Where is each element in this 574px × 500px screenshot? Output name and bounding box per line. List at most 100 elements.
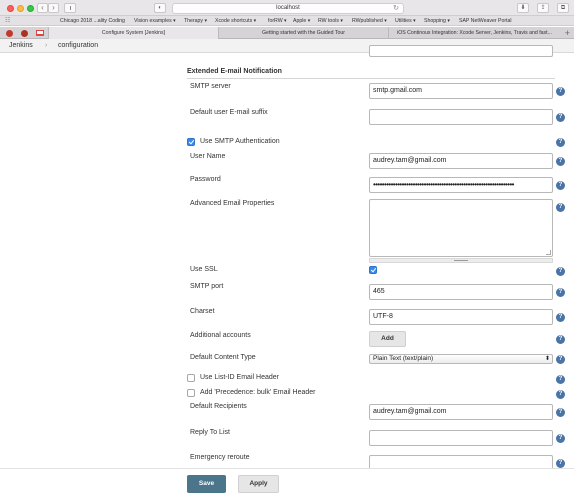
forward-button[interactable]: › bbox=[48, 3, 59, 13]
emergency-reroute-label: Emergency reroute bbox=[190, 454, 250, 461]
help-icon[interactable]: ? bbox=[556, 335, 565, 344]
previous-field[interactable] bbox=[369, 45, 553, 57]
tab-ios-ci[interactable]: iOS Continous Integration: Xcode Server,… bbox=[388, 27, 560, 39]
gmail-icon bbox=[35, 30, 44, 36]
help-icon[interactable]: ? bbox=[556, 288, 565, 297]
zoom-window-icon[interactable] bbox=[27, 5, 34, 12]
advanced-properties-label: Advanced Email Properties bbox=[190, 200, 275, 207]
browser-toolbar: ‹ › ◐ localhost ↻ ⬇ ⇪ ⧉ bbox=[0, 0, 574, 16]
main-content: Extended E-mail Notification SMTP server… bbox=[0, 45, 574, 500]
privacy-report-icon[interactable]: ◐ bbox=[154, 3, 166, 13]
use-ssl-checkbox[interactable] bbox=[369, 266, 377, 274]
use-ssl-label: Use SSL bbox=[190, 266, 218, 273]
content-type-value: Plain Text (text/plain) bbox=[373, 355, 434, 362]
address-bar[interactable]: localhost ↻ bbox=[172, 3, 404, 14]
textarea-resize-bar[interactable] bbox=[369, 258, 553, 263]
breadcrumb-jenkins[interactable]: Jenkins bbox=[9, 39, 33, 53]
share-icon[interactable]: ⇪ bbox=[537, 3, 549, 13]
downloads-icon[interactable]: ⬇ bbox=[517, 3, 529, 13]
new-tab-icon[interactable]: + bbox=[565, 27, 570, 39]
favorite-item[interactable]: Vision examples ▾ bbox=[134, 17, 176, 25]
password-input[interactable]: ••••••••••••••••••••••••••••••••••••••••… bbox=[369, 177, 553, 193]
help-icon[interactable]: ? bbox=[556, 390, 565, 399]
additional-accounts-label: Additional accounts bbox=[190, 332, 251, 339]
sidebar-toggle-icon[interactable] bbox=[64, 3, 76, 13]
favorite-item[interactable]: RW tools ▾ bbox=[318, 17, 343, 25]
charset-label: Charset bbox=[190, 308, 215, 315]
favorite-item[interactable]: Shopping ▾ bbox=[424, 17, 450, 25]
pinned-site-icon bbox=[21, 29, 28, 37]
recipients-label: Default Recipients bbox=[190, 403, 247, 410]
favorite-item[interactable]: Apple ▾ bbox=[293, 17, 310, 25]
smtp-port-input[interactable]: 465 bbox=[369, 284, 553, 300]
pinned-site-icon bbox=[6, 29, 13, 37]
show-all-bookmarks-icon[interactable]: ☷ bbox=[5, 17, 10, 24]
breadcrumb-separator: › bbox=[45, 42, 48, 49]
precedence-checkbox[interactable] bbox=[187, 389, 195, 397]
help-icon[interactable]: ? bbox=[556, 267, 565, 276]
reply-to-label: Reply To List bbox=[190, 429, 230, 436]
help-icon[interactable]: ? bbox=[556, 434, 565, 443]
back-button[interactable]: ‹ bbox=[37, 3, 48, 13]
help-icon[interactable]: ? bbox=[556, 113, 565, 122]
help-icon[interactable]: ? bbox=[556, 181, 565, 190]
help-icon[interactable]: ? bbox=[556, 408, 565, 417]
resize-handle-icon[interactable] bbox=[454, 260, 468, 261]
add-account-button[interactable]: Add bbox=[369, 331, 406, 347]
select-arrows-icon: ⬍ bbox=[544, 356, 550, 362]
help-icon[interactable]: ? bbox=[556, 157, 565, 166]
favorite-item[interactable]: Therapy ▾ bbox=[184, 17, 207, 25]
precedence-label: Add 'Precedence: bulk' Email Header bbox=[200, 389, 316, 396]
tab-bar: Configure System [Jenkins] Getting start… bbox=[0, 27, 574, 39]
pinned-tab[interactable] bbox=[33, 28, 46, 38]
username-label: User Name bbox=[190, 153, 226, 160]
password-label: Password bbox=[190, 176, 221, 183]
email-suffix-label: Default user E-mail suffix bbox=[190, 109, 268, 116]
favorite-item[interactable]: Chicago 2018 ...ality Coding bbox=[60, 17, 125, 25]
breadcrumb-configuration[interactable]: configuration bbox=[58, 39, 98, 53]
favorite-item[interactable]: SAP NetWeaver Portal bbox=[459, 17, 512, 25]
tab-guided-tour[interactable]: Getting started with the Guided Tour bbox=[218, 27, 388, 39]
reply-to-input[interactable] bbox=[369, 430, 553, 446]
list-id-label: Use List-ID Email Header bbox=[200, 374, 279, 381]
smtp-server-label: SMTP server bbox=[190, 83, 231, 90]
help-icon[interactable]: ? bbox=[556, 355, 565, 364]
advanced-properties-textarea[interactable] bbox=[369, 199, 553, 257]
section-title: Extended E-mail Notification bbox=[187, 68, 282, 75]
resize-grip-icon[interactable] bbox=[546, 250, 551, 255]
help-icon[interactable]: ? bbox=[556, 87, 565, 96]
address-text: localhost bbox=[276, 5, 300, 11]
section-divider bbox=[187, 78, 555, 79]
help-icon[interactable]: ? bbox=[556, 459, 565, 468]
username-input[interactable]: audrey.tam@gmail.com bbox=[369, 153, 553, 169]
charset-input[interactable]: UTF-8 bbox=[369, 309, 553, 325]
form-actions-bar: Save Apply bbox=[0, 468, 574, 500]
help-icon[interactable]: ? bbox=[556, 375, 565, 384]
content-type-label: Default Content Type bbox=[190, 354, 256, 361]
content-type-select[interactable]: Plain Text (text/plain) ⬍ bbox=[369, 354, 553, 364]
help-icon[interactable]: ? bbox=[556, 203, 565, 212]
smtp-port-label: SMTP port bbox=[190, 283, 224, 290]
tabs-overview-icon[interactable]: ⧉ bbox=[557, 3, 569, 13]
reload-icon[interactable]: ↻ bbox=[393, 4, 399, 13]
help-icon[interactable]: ? bbox=[556, 138, 565, 147]
favorites-bar: ☷ Chicago 2018 ...ality Coding Vision ex… bbox=[0, 16, 574, 26]
minimize-window-icon[interactable] bbox=[17, 5, 24, 12]
smtp-server-input[interactable]: smtp.gmail.com bbox=[369, 83, 553, 99]
favorite-item[interactable]: Utilities ▾ bbox=[395, 17, 416, 25]
help-icon[interactable]: ? bbox=[556, 313, 565, 322]
favorite-item[interactable]: RWpublished ▾ bbox=[352, 17, 387, 25]
smtp-auth-checkbox[interactable] bbox=[187, 138, 195, 146]
save-button[interactable]: Save bbox=[187, 475, 226, 493]
email-suffix-input[interactable] bbox=[369, 109, 553, 125]
favorite-item[interactable]: forRW ▾ bbox=[268, 17, 287, 25]
pinned-tab[interactable] bbox=[18, 28, 31, 38]
pinned-tab[interactable] bbox=[3, 28, 16, 38]
list-id-checkbox[interactable] bbox=[187, 374, 195, 382]
smtp-auth-label: Use SMTP Authentication bbox=[200, 138, 280, 145]
close-window-icon[interactable] bbox=[7, 5, 14, 12]
apply-button[interactable]: Apply bbox=[238, 475, 279, 493]
recipients-input[interactable]: audrey.tam@gmail.com bbox=[369, 404, 553, 420]
favorite-item[interactable]: Xcode shortcuts ▾ bbox=[215, 17, 256, 25]
tab-configure-system[interactable]: Configure System [Jenkins] bbox=[48, 27, 218, 39]
